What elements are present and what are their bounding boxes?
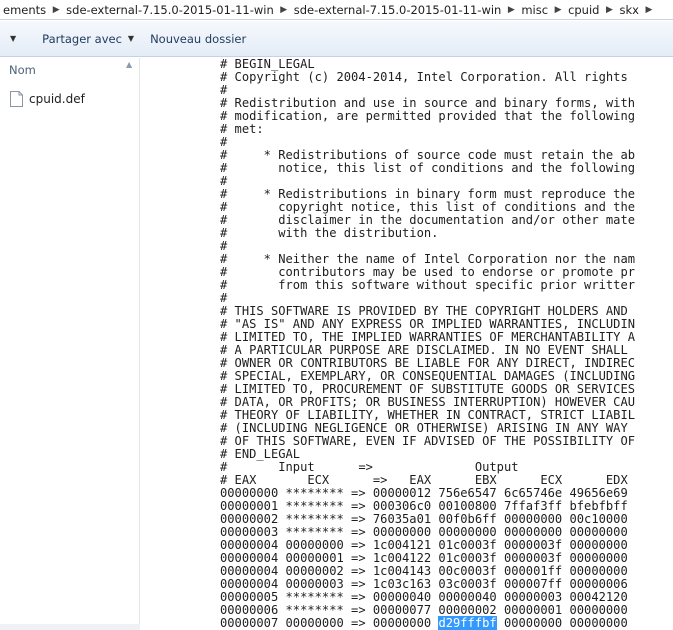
command-toolbar: ▼ Partager avec ▼ Nouveau dossier	[0, 21, 673, 57]
breadcrumb-separator-icon[interactable]: ▶	[504, 5, 518, 15]
breadcrumb-item[interactable]: misc	[518, 0, 551, 19]
text-line: # Copyright (c) 2004-2014, Intel Corpora…	[220, 70, 628, 84]
new-folder-button[interactable]: Nouveau dossier	[142, 27, 254, 51]
document-icon	[10, 91, 23, 107]
text-line: # modification, are permitted provided t…	[220, 109, 636, 123]
list-item[interactable]: cpuid.def	[6, 88, 134, 110]
breadcrumb-item[interactable]: cpuid	[565, 0, 602, 19]
breadcrumb-separator-icon[interactable]: ▶	[277, 5, 291, 15]
text-segment: 00000007 00000000 => 00000000	[220, 616, 439, 630]
chevron-down-icon: ▼	[127, 34, 135, 43]
text-line: # notice, this list of conditions and th…	[220, 161, 636, 175]
chevron-down-icon: ▼	[10, 34, 17, 43]
share-with-button[interactable]: Partager avec ▼	[34, 27, 142, 51]
new-folder-label: Nouveau dossier	[150, 31, 247, 46]
name-column-header[interactable]: Nom ▲	[0, 58, 140, 82]
preview-pane[interactable]: # BEGIN_LEGAL # Copyright (c) 2004-2014, …	[148, 58, 673, 630]
breadcrumb-item[interactable]: sde-external-7.15.0-2015-01-11-win	[291, 0, 505, 19]
sort-chevron-up-icon: ▲	[126, 60, 133, 69]
breadcrumb-separator-icon[interactable]: ▶	[602, 5, 616, 15]
file-name: cpuid.def	[29, 92, 85, 106]
text-line: 00000007 00000000 => 00000000 d29fffbf 0…	[220, 616, 673, 630]
horizontal-scrollbar[interactable]	[0, 624, 140, 630]
selected-text[interactable]: d29fffbf	[438, 616, 497, 630]
file-content-text: # BEGIN_LEGAL # Copyright (c) 2004-2014, …	[220, 58, 673, 630]
text-line: # with the distribution.	[220, 226, 439, 240]
breadcrumb-separator-icon[interactable]: ▶	[551, 5, 565, 15]
address-bar[interactable]: ements ▶ sde-external-7.15.0-2015-01-11-…	[0, 0, 673, 20]
organize-menu-button[interactable]: ▼	[0, 27, 34, 51]
breadcrumb-item[interactable]: sde-external-7.15.0-2015-01-11-win	[63, 0, 277, 19]
text-segment: 00000000 00000000	[496, 616, 628, 630]
file-list-pane: Nom ▲ cpuid.def	[0, 58, 140, 630]
share-with-label: Partager avec	[42, 31, 122, 46]
breadcrumb-separator-icon[interactable]: ▶	[642, 5, 656, 15]
text-line: # from this software without specific pr…	[220, 278, 636, 292]
name-column-label: Nom	[9, 63, 36, 77]
breadcrumb-item[interactable]: ements	[0, 0, 49, 19]
breadcrumb-separator-icon[interactable]: ▶	[49, 5, 63, 15]
breadcrumb-item[interactable]: skx	[616, 0, 641, 19]
text-line: # met:	[220, 122, 264, 136]
